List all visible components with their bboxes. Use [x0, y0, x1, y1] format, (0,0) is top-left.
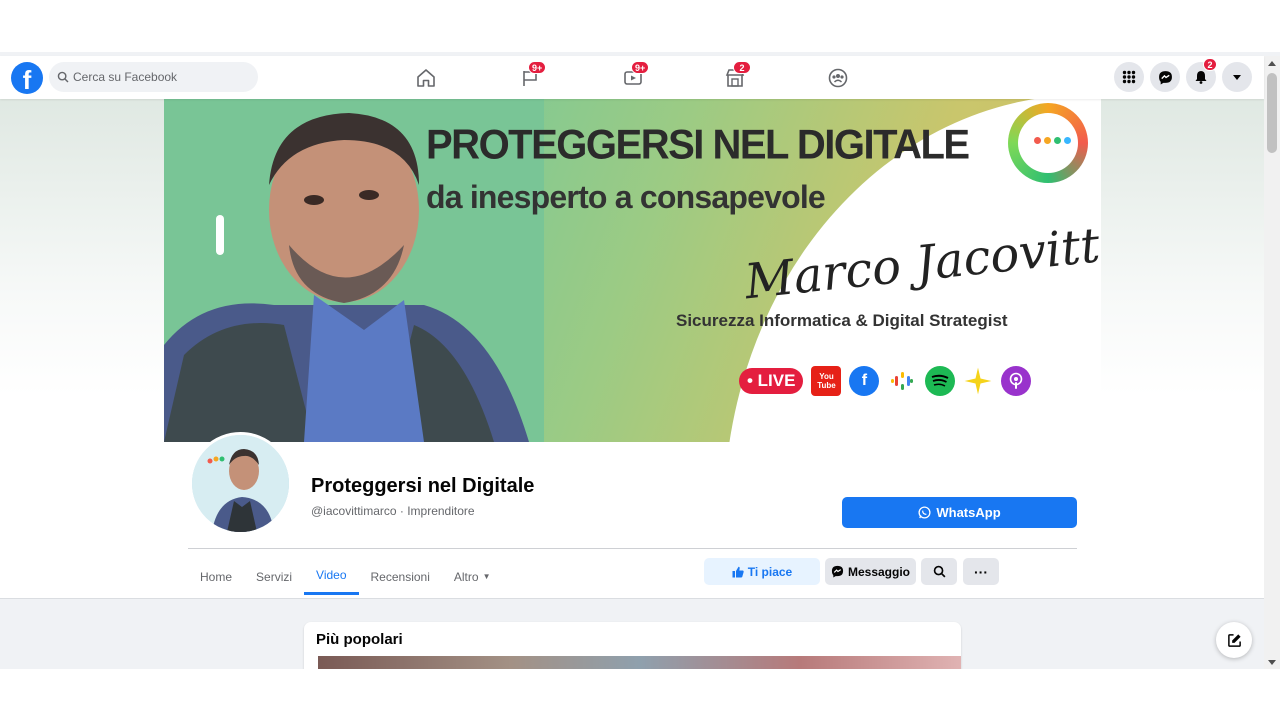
- search-icon: [933, 565, 945, 578]
- cover-subtitle: da inesperto a consapevole: [426, 179, 826, 215]
- tab-recensioni[interactable]: Recensioni: [359, 558, 442, 595]
- account-button[interactable]: [1222, 62, 1252, 92]
- messenger-icon: [1158, 70, 1172, 84]
- tab-label: Altro: [453, 569, 479, 584]
- whatsapp-button[interactable]: WhatsApp: [842, 497, 1077, 528]
- compose-icon: [1227, 633, 1241, 647]
- page-subtitle: @iacovittimarco · Imprenditore: [311, 504, 475, 518]
- search-icon: [57, 71, 69, 83]
- bell-icon: [1195, 71, 1207, 84]
- pages-badge: 9+: [528, 61, 547, 74]
- notifications-button[interactable]: 2: [1186, 58, 1217, 92]
- youtube-icon: You Tube: [811, 366, 842, 396]
- nav-pages[interactable]: 9+: [516, 61, 547, 92]
- spotify-icon: [925, 366, 956, 396]
- groups-icon: [828, 68, 848, 88]
- tab-altro[interactable]: Altro ▼: [442, 558, 503, 595]
- caret-down-icon: ▼: [482, 572, 491, 581]
- search-box[interactable]: [49, 62, 258, 92]
- facebook-icon: f: [849, 366, 880, 396]
- scroll-up-arrow-icon[interactable]: [1268, 61, 1276, 66]
- message-button[interactable]: Messaggio: [825, 558, 916, 585]
- nav-home[interactable]: [412, 64, 440, 92]
- cover-tagline: Sicurezza Informatica & Digital Strategi…: [676, 311, 1008, 330]
- whatsapp-icon: [918, 506, 931, 519]
- star-icon: [963, 366, 993, 396]
- marketplace-badge: 2: [733, 61, 751, 74]
- facebook-logo[interactable]: f: [11, 62, 43, 94]
- cover-title: PROTEGGERSI NEL DIGITALE: [426, 121, 970, 169]
- search-input[interactable]: [73, 70, 253, 84]
- like-button[interactable]: Ti piace: [704, 558, 820, 585]
- profile-tabs: Home Servizi Video Recensioni Altro ▼: [188, 558, 503, 595]
- popular-videos-card: Più popolari: [304, 622, 961, 669]
- messenger-button[interactable]: [1150, 62, 1180, 92]
- google-podcasts-icon: [887, 366, 918, 396]
- whatsapp-label: WhatsApp: [936, 505, 1001, 520]
- header-divider: [188, 548, 1077, 549]
- more-options-button[interactable]: ···: [963, 558, 999, 585]
- page-search-button[interactable]: [921, 558, 957, 585]
- watch-badge: 9+: [631, 61, 650, 74]
- like-label: Ti piace: [747, 564, 793, 579]
- caret-down-icon: [1233, 75, 1241, 80]
- scroll-down-arrow-icon[interactable]: [1268, 660, 1276, 665]
- new-message-button[interactable]: [1216, 622, 1252, 658]
- grid-menu-icon: [1122, 70, 1136, 84]
- top-navigation-bar: f 9+ 9+ 2 2: [0, 56, 1264, 99]
- tab-home[interactable]: Home: [188, 558, 244, 595]
- cover-social-icons: • LIVE You Tube f: [739, 366, 1032, 396]
- tab-label: Video: [316, 568, 347, 582]
- section-title: Più popolari: [316, 631, 403, 648]
- video-thumbnails[interactable]: [318, 656, 961, 669]
- brand-logo-dots: [1034, 137, 1071, 144]
- tab-label: Recensioni: [370, 569, 430, 584]
- nav-watch[interactable]: 9+: [619, 61, 650, 92]
- message-label: Messaggio: [847, 564, 910, 579]
- nav-marketplace[interactable]: 2: [721, 61, 751, 92]
- apple-podcasts-icon: [1001, 366, 1032, 396]
- home-icon: [417, 69, 435, 87]
- page-title: Proteggersi nel Digitale: [311, 475, 535, 497]
- tab-video[interactable]: Video: [304, 558, 359, 595]
- page-viewport: PROTEGGERSI NEL DIGITALE da inesperto a …: [0, 52, 1280, 669]
- messenger-icon: [831, 565, 844, 578]
- vertical-scrollbar[interactable]: [1264, 56, 1280, 669]
- thumbs-up-icon: [732, 566, 744, 577]
- profile-avatar[interactable]: [189, 432, 292, 535]
- notifications-badge: 2: [1203, 58, 1217, 71]
- more-dots-icon: ···: [974, 563, 988, 580]
- live-badge: • LIVE: [739, 368, 804, 394]
- menu-button[interactable]: [1114, 62, 1144, 92]
- tab-label: Home: [200, 569, 233, 584]
- cover-photo[interactable]: PROTEGGERSI NEL DIGITALE da inesperto a …: [164, 95, 1101, 442]
- tab-servizi[interactable]: Servizi: [244, 558, 304, 595]
- nav-groups[interactable]: [824, 64, 852, 92]
- scroll-thumb[interactable]: [1267, 73, 1277, 153]
- avatar-photo: [192, 435, 289, 532]
- tab-label: Servizi: [256, 569, 293, 584]
